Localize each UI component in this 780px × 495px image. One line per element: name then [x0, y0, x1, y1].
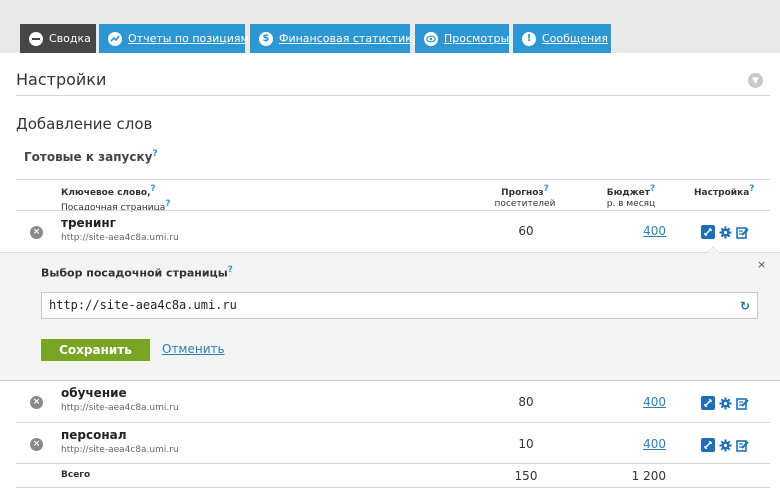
help-icon[interactable]: ?: [544, 184, 549, 194]
close-icon: ×: [32, 397, 41, 407]
row-divider: [16, 463, 770, 464]
tab-views[interactable]: Просмотры: [415, 24, 509, 53]
eye-icon: [424, 31, 438, 46]
row-actions: [701, 438, 749, 452]
budget-link[interactable]: 400: [606, 224, 666, 238]
ready-title: Готовые к запуску?: [24, 149, 158, 164]
ready-title-text: Готовые к запуску: [24, 150, 153, 164]
tab-position-reports[interactable]: Отчеты по позициям: [99, 24, 249, 53]
totals-label: Всего: [61, 470, 91, 480]
trend-icon: [108, 31, 122, 46]
keyword: обучение: [61, 386, 127, 400]
remove-button[interactable]: ×: [30, 396, 43, 409]
forecast-value: 60: [518, 224, 534, 238]
budget-link[interactable]: 400: [606, 395, 666, 409]
column-header-budget: Бюджет? р. в месяц: [596, 184, 666, 210]
forecast-value: 80: [518, 395, 534, 409]
tab-summary-label: Сводка: [49, 32, 91, 45]
totals-forecast: 150: [514, 469, 538, 483]
column-keyword-label: Ключевое слово,: [61, 188, 151, 198]
exclamation-icon: !: [522, 31, 536, 46]
column-header-settings: Настройка?: [694, 184, 755, 199]
remove-button[interactable]: ×: [30, 226, 43, 239]
budget-link[interactable]: 400: [606, 437, 666, 451]
landing-url: http://site-aea4c8a.umi.ru: [61, 445, 179, 455]
column-settings-label: Настройка: [694, 188, 750, 198]
remove-button[interactable]: ×: [30, 438, 43, 451]
tab-views-label: Просмотры: [444, 32, 510, 45]
row-actions: [701, 225, 749, 239]
save-button[interactable]: Сохранить: [41, 339, 150, 361]
forecast-value: 10: [518, 437, 534, 451]
column-forecast-label: Прогноз: [501, 188, 544, 198]
gear-icon[interactable]: [718, 438, 732, 452]
column-header-forecast: Прогноз? посетителей: [490, 184, 560, 210]
minus-circle-icon: [29, 31, 43, 46]
close-icon[interactable]: ×: [757, 258, 766, 271]
help-icon[interactable]: ?: [165, 199, 170, 209]
header-bottom-rule: [16, 210, 770, 211]
close-icon: ×: [32, 227, 41, 237]
cancel-link[interactable]: Отменить: [162, 342, 225, 356]
edit-icon[interactable]: [735, 396, 749, 410]
tab-financial-stats[interactable]: $ Финансовая статистика: [250, 24, 419, 53]
edit-icon[interactable]: [735, 225, 749, 239]
tab-financial-stats-label: Финансовая статистика: [279, 32, 419, 45]
add-words-title: Добавление слов: [16, 115, 153, 133]
table-top-rule: [16, 179, 770, 180]
help-icon[interactable]: ?: [650, 184, 655, 194]
panel-title-text: Выбор посадочной страницы: [41, 266, 228, 280]
panel-pointer-fill: [707, 247, 719, 253]
column-budget-label: Бюджет: [606, 188, 650, 198]
divider: [16, 95, 770, 96]
link-icon[interactable]: [701, 438, 715, 452]
tab-bar: Сводка Отчеты по позициям $ Финансовая с…: [0, 0, 780, 53]
edit-icon[interactable]: [735, 438, 749, 452]
tab-messages-label: Сообщения: [542, 32, 609, 45]
tab-position-reports-label: Отчеты по позициям: [128, 32, 249, 45]
keyword: тренинг: [61, 216, 116, 230]
column-landing-label: Посадочная страница: [61, 203, 166, 213]
landing-url: http://site-aea4c8a.umi.ru: [61, 233, 179, 243]
landing-url: http://site-aea4c8a.umi.ru: [61, 403, 179, 413]
help-icon[interactable]: ?: [749, 184, 754, 194]
keyword: персонал: [61, 428, 127, 442]
row-divider: [16, 422, 770, 423]
settings-title: Настройки: [16, 70, 107, 89]
column-budget-sub: р. в месяц: [606, 199, 656, 209]
row-actions: [701, 396, 749, 410]
dollar-icon: $: [259, 31, 273, 46]
help-icon[interactable]: ?: [228, 265, 233, 275]
collapse-toggle[interactable]: ▼: [748, 73, 763, 88]
tab-messages[interactable]: ! Сообщения: [513, 24, 611, 53]
help-icon[interactable]: ?: [151, 184, 156, 194]
gear-icon[interactable]: [718, 396, 732, 410]
close-icon: ×: [32, 439, 41, 449]
landing-url-input[interactable]: http://site-aea4c8a.umi.ru: [41, 292, 758, 319]
tab-summary[interactable]: Сводка: [20, 24, 96, 53]
table-bottom-rule: [16, 487, 770, 488]
reset-icon[interactable]: ↻: [740, 299, 750, 313]
panel-title: Выбор посадочной страницы?: [41, 265, 233, 280]
column-forecast-sub: посетителей: [494, 199, 556, 209]
totals-budget: 1 200: [631, 469, 666, 483]
link-icon[interactable]: [701, 396, 715, 410]
chevron-down-icon: ▼: [752, 75, 759, 86]
link-icon[interactable]: [701, 225, 715, 239]
gear-icon[interactable]: [718, 225, 732, 239]
help-icon[interactable]: ?: [152, 149, 157, 159]
